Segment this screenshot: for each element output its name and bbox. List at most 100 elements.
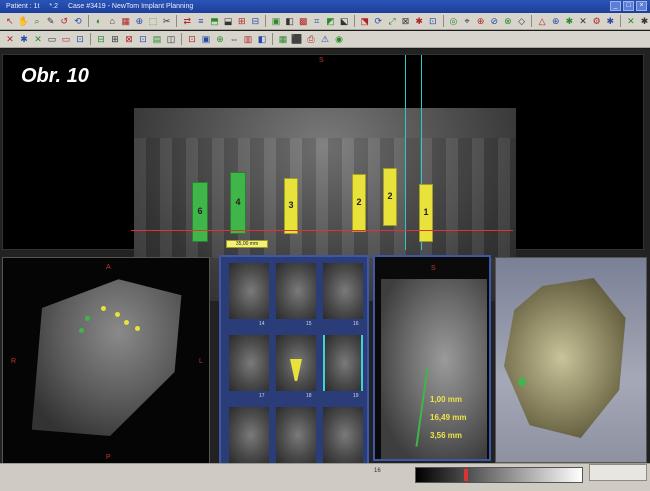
toolbar-button[interactable]: ⊡: [427, 15, 439, 27]
toolbar-button[interactable]: ◉: [333, 33, 345, 45]
toolbar-button[interactable]: ⊞: [109, 33, 121, 45]
slice-thumbnail[interactable]: [229, 335, 269, 391]
toolbar-button[interactable]: ▥: [242, 33, 254, 45]
toolbar-button[interactable]: ⊘: [488, 15, 500, 27]
toolbar-button[interactable]: ✱: [18, 33, 30, 45]
toolbar-button[interactable]: ⊕: [214, 33, 226, 45]
level-marker[interactable]: [464, 469, 468, 481]
toolbar-button[interactable]: ↺: [59, 15, 71, 27]
toolbar-button[interactable]: ◧: [284, 15, 296, 27]
implant-5[interactable]: 2: [383, 168, 397, 226]
toolbar-button[interactable]: ◧: [256, 33, 268, 45]
slice-guide-line[interactable]: [405, 55, 406, 250]
toolbar-button[interactable]: ▣: [200, 33, 212, 45]
toolbar-button[interactable]: ⇄: [181, 15, 193, 27]
toolbar-button[interactable]: ✂: [161, 15, 173, 27]
toolbar-button[interactable]: ⬔: [359, 15, 371, 27]
implant-1[interactable]: 6: [192, 182, 208, 242]
toolbar-button[interactable]: ✋: [18, 15, 30, 27]
toolbar-button[interactable]: ⟲: [72, 15, 84, 27]
toolbar-button[interactable]: ✎: [45, 15, 57, 27]
toolbar-button[interactable]: ▣: [270, 15, 282, 27]
toolbar-button[interactable]: ◎: [448, 15, 460, 27]
toolbar-button[interactable]: ⊞: [236, 15, 248, 27]
implant-marker[interactable]: [85, 316, 90, 321]
toolbar-button[interactable]: ⬕: [338, 15, 350, 27]
toolbar-button[interactable]: ⚙: [591, 15, 603, 27]
toolbar-button[interactable]: ⬓: [222, 15, 234, 27]
toolbar-button[interactable]: ⌕: [31, 15, 43, 27]
close-button[interactable]: ×: [636, 1, 647, 11]
toolbar-button[interactable]: ⟳: [373, 15, 385, 27]
slice-thumbnail[interactable]: [276, 263, 316, 319]
cross-section-slices[interactable]: 141516171819202122: [219, 255, 369, 485]
toolbar-button[interactable]: ⊠: [123, 33, 135, 45]
toolbar-button[interactable]: ▭: [60, 33, 72, 45]
toolbar-button[interactable]: ⌗: [311, 15, 323, 27]
toolbar-button[interactable]: ⊕: [550, 15, 562, 27]
toolbar-button[interactable]: ⊟: [250, 15, 262, 27]
implant-6[interactable]: 1: [419, 184, 433, 242]
toolbar-button[interactable]: ◩: [325, 15, 337, 27]
toolbar-button[interactable]: ▤: [151, 33, 163, 45]
toolbar-button[interactable]: ⌂: [106, 15, 118, 27]
toolbar-button[interactable]: ◐: [93, 15, 105, 27]
toolbar-button[interactable]: ▭: [46, 33, 58, 45]
toolbar-button[interactable]: ≡: [195, 15, 207, 27]
toolbar-button[interactable]: ⊗: [502, 15, 514, 27]
toolbar-button[interactable]: ✕: [4, 33, 16, 45]
slice-thumbnail[interactable]: [229, 263, 269, 319]
toolbar-button[interactable]: ✱: [413, 15, 425, 27]
toolbar-button[interactable]: △: [536, 15, 548, 27]
3d-render-view[interactable]: [495, 257, 647, 463]
implant-marker[interactable]: [115, 312, 120, 317]
toolbar-button[interactable]: ◫: [165, 33, 177, 45]
implant-marker[interactable]: [124, 320, 129, 325]
toolbar-button[interactable]: ⊕: [475, 15, 487, 27]
toolbar-button[interactable]: ✕: [32, 33, 44, 45]
slice-thumbnail[interactable]: [323, 335, 363, 391]
implant-marker[interactable]: [518, 378, 526, 386]
toolbar-button[interactable]: ⎙: [305, 33, 317, 45]
toolbar-button[interactable]: ⊡: [186, 33, 198, 45]
implant-3[interactable]: 3: [284, 178, 298, 234]
toolbar-button[interactable]: ▦: [277, 33, 289, 45]
implant-4[interactable]: 2: [352, 174, 366, 232]
minimize-button[interactable]: _: [610, 1, 621, 11]
panoramic-view[interactable]: Obr. 10 S R L: [2, 54, 644, 301]
window-level-bar[interactable]: [415, 467, 583, 483]
toolbar-button[interactable]: ⊠: [400, 15, 412, 27]
slice-thumbnail[interactable]: [276, 407, 316, 463]
implant-marker[interactable]: [135, 326, 140, 331]
implant-marker[interactable]: [79, 328, 84, 333]
slice-thumbnail[interactable]: [323, 407, 363, 463]
toolbar-button[interactable]: ✱: [564, 15, 576, 27]
cross-section-view[interactable]: S B L 1,00 mm 16,49 mm 3,56 mm: [373, 255, 491, 461]
toolbar-button[interactable]: ◇: [516, 15, 528, 27]
toolbar-button[interactable]: ⤢: [386, 15, 398, 27]
toolbar-button[interactable]: ⚠: [319, 33, 331, 45]
slice-thumbnail[interactable]: [229, 407, 269, 463]
maximize-button[interactable]: □: [623, 1, 634, 11]
toolbar-button[interactable]: ⊡: [74, 33, 86, 45]
slice-thumbnail[interactable]: [323, 263, 363, 319]
toolbar-button[interactable]: ⊕: [134, 15, 146, 27]
toolbar-button[interactable]: ▦: [120, 15, 132, 27]
toolbar-button[interactable]: ⬒: [209, 15, 221, 27]
toolbar-button[interactable]: ▩: [297, 15, 309, 27]
toolbar-button[interactable]: ⬚: [147, 15, 159, 27]
toolbar-button[interactable]: ✱: [639, 15, 650, 27]
toolbar-button[interactable]: ⇔: [228, 33, 240, 45]
toolbar-button[interactable]: ⌖: [461, 15, 473, 27]
toolbar-button[interactable]: ⊡: [137, 33, 149, 45]
toolbar-button[interactable]: ✕: [625, 15, 637, 27]
toolbar-button[interactable]: ✕: [577, 15, 589, 27]
toolbar-button[interactable]: ↖: [4, 15, 16, 27]
axial-view[interactable]: A R L P: [2, 257, 210, 465]
toolbar-button[interactable]: ⊟: [95, 33, 107, 45]
measurement-tag[interactable]: 35,00 mm: [226, 240, 268, 248]
toolbar-button[interactable]: ⬛: [291, 33, 303, 45]
occlusal-guide-line[interactable]: [131, 230, 513, 231]
slice-thumbnail[interactable]: [276, 335, 316, 391]
toolbar-button[interactable]: ✱: [604, 15, 616, 27]
